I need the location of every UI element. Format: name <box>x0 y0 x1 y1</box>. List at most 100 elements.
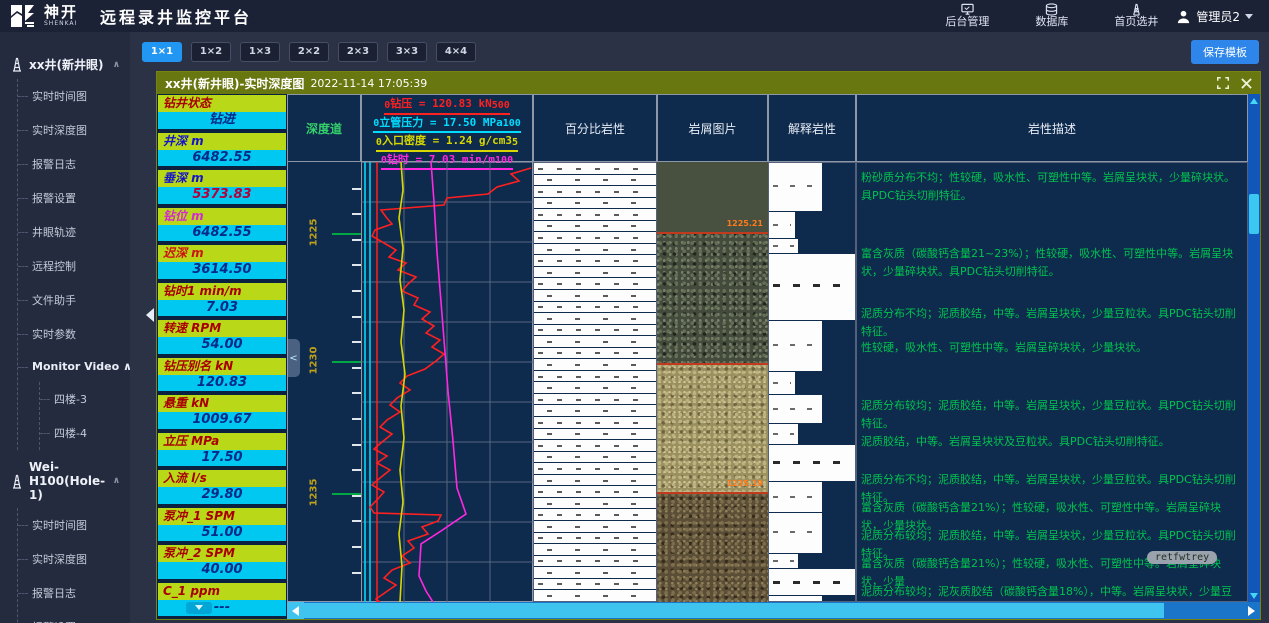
sidebar-item-远程控制[interactable]: 远程控制 <box>18 249 130 283</box>
scroll-left-icon[interactable] <box>287 602 304 619</box>
scroll-up-icon[interactable] <box>1248 94 1260 107</box>
nav-item-2[interactable]: 首页选井 <box>1114 3 1158 28</box>
grid-layout-button-1x2[interactable]: 1×2 <box>191 42 231 62</box>
sidebar-item-实时深度图[interactable]: 实时深度图 <box>18 542 130 576</box>
scroll-right-icon[interactable] <box>1243 602 1260 619</box>
collapse-caret-icon[interactable]: ∧ <box>113 476 120 486</box>
depth-minor-tick <box>352 520 361 522</box>
sidebar-item-四楼-3[interactable]: 四楼-3 <box>40 382 130 416</box>
horizontal-scrollbar-thumb[interactable] <box>304 603 1164 618</box>
percent-lithology-row <box>534 590 656 601</box>
brand-name-cn: 神开 <box>44 5 78 20</box>
percent-lithology-row <box>534 325 656 336</box>
lithology-description-text: 泥质分布较均；泥质胶结，中等。岩屑呈块状，少量豆粒状。具PDC钻头切削特征。 <box>861 397 1241 433</box>
grid-layout-button-1x1[interactable]: 1×1 <box>142 42 182 62</box>
depth-minor-tick <box>352 264 361 266</box>
curve-legend: 0钻压 = 120.83 kN5000立管压力 = 17.50 MPa1000入… <box>361 94 533 162</box>
parameter-panel-collapse-handle[interactable]: < <box>287 339 300 377</box>
depth-minor-tick <box>352 469 361 471</box>
lithology-segment <box>769 372 795 394</box>
parameter-value: 7.03 <box>158 300 286 316</box>
brand-name-en: SHENKAI <box>44 21 78 27</box>
parameter-label: 钻时1 min/m <box>158 283 286 300</box>
user-caret-icon <box>1245 14 1253 19</box>
sidebar-item-报警设置[interactable]: 报警设置 <box>18 181 130 215</box>
lithology-segment <box>769 239 798 253</box>
scroll-down-icon[interactable] <box>1248 589 1260 602</box>
parameter-value: 40.00 <box>158 562 286 578</box>
lithology-description-text: 性较硬，吸水性、可塑性中等。岩屑呈碎块状，少量块状。 <box>861 339 1241 357</box>
percent-lithology-row <box>534 371 656 382</box>
parameter-value-text: 7.03 <box>206 300 238 315</box>
user-menu[interactable]: 管理员2 <box>1176 8 1269 25</box>
window-body: 钻井状态钻进井深 m6482.55垂深 m5373.83钻位 m6482.55迟… <box>157 94 1260 619</box>
sidebar-item-四楼-4[interactable]: 四楼-4 <box>40 416 130 450</box>
nav-item-label: 首页选井 <box>1114 16 1158 28</box>
well-node-1[interactable]: Wei-H100(Hole-1)∧ <box>10 460 130 502</box>
parameter-label: 悬重 kN <box>158 395 286 412</box>
grid-layout-button-1x3[interactable]: 1×3 <box>240 42 280 62</box>
maximize-icon[interactable] <box>1217 77 1229 89</box>
depth-minor-tick <box>352 392 361 394</box>
legend-row-0: 0钻压 = 120.83 kN500 <box>384 96 510 115</box>
parameter-box-9: 立压 MPa17.50 <box>157 432 287 468</box>
parameter-value: 51.00 <box>158 525 286 541</box>
column-header-lithology-description: 岩性描述 <box>856 94 1248 162</box>
percent-lithology-row <box>534 382 656 393</box>
collapse-caret-icon[interactable]: ∧ <box>113 60 120 70</box>
sidebar-item-报警日志[interactable]: 报警日志 <box>18 576 130 610</box>
depth-minor-tick <box>352 341 361 343</box>
sidebar-group-monitor-video[interactable]: Monitor Video ∧ <box>18 351 130 382</box>
sidebar-item-实时时间图[interactable]: 实时时间图 <box>18 508 130 542</box>
sidebar-item-实时参数[interactable]: 实时参数 <box>18 317 130 351</box>
sidebar-item-实时时间图[interactable]: 实时时间图 <box>18 79 130 113</box>
parameter-box-3: 钻位 m6482.55 <box>157 207 287 243</box>
parameter-value-text: 17.50 <box>201 450 242 465</box>
percent-lithology-row <box>534 175 656 186</box>
grid-layout-button-3x3[interactable]: 3×3 <box>387 42 427 62</box>
nav-item-0[interactable]: 后台管理 <box>945 3 989 28</box>
parameter-box-4: 迟深 m3614.50 <box>157 244 287 280</box>
percent-lithology-row <box>534 463 656 474</box>
header-nav: 后台管理 数据库首页选井 <box>945 3 1176 28</box>
photo-depth-boundary <box>657 232 768 234</box>
sidebar-item-文件助手[interactable]: 文件助手 <box>18 283 130 317</box>
cuttings-photo-section <box>657 232 768 363</box>
sidebar-item-报警设置[interactable]: 报警设置 <box>18 610 130 623</box>
parameter-dropdown-button[interactable] <box>186 602 212 614</box>
vertical-scrollbar-thumb[interactable] <box>1249 194 1259 234</box>
well-node-0[interactable]: xx井(新井眼) ∧ <box>10 56 130 73</box>
depth-minor-tick <box>352 213 361 215</box>
close-icon[interactable] <box>1241 78 1252 89</box>
parameter-label: 转速 RPM <box>158 320 286 337</box>
depth-minor-tick <box>352 444 361 446</box>
curve-track <box>361 162 533 602</box>
sidebar-item-实时深度图[interactable]: 实时深度图 <box>18 113 130 147</box>
vertical-scrollbar[interactable] <box>1248 94 1260 602</box>
sidebar-item-报警日志[interactable]: 报警日志 <box>18 147 130 181</box>
sidebar-collapse-handle[interactable] <box>146 308 154 322</box>
derrick-icon <box>10 57 24 72</box>
grid-layout-button-2x2[interactable]: 2×2 <box>289 42 329 62</box>
parameter-label: 钻位 m <box>158 208 286 225</box>
parameter-box-6: 转速 RPM54.00 <box>157 319 287 355</box>
derrick-icon <box>10 474 24 489</box>
well-name: xx井(新井眼) <box>29 56 103 73</box>
parameter-value-text: 40.00 <box>201 562 242 577</box>
lithology-segment <box>769 395 822 423</box>
parameter-box-5: 钻时1 min/m7.03 <box>157 282 287 318</box>
brand-logo: 神开 SHENKAI <box>0 4 78 28</box>
save-template-button[interactable]: 保存模板 <box>1191 40 1259 64</box>
lithology-segment <box>769 569 855 595</box>
horizontal-scrollbar[interactable] <box>287 602 1260 619</box>
parameter-value-text: 54.00 <box>201 337 242 352</box>
grid-layout-button-2x3[interactable]: 2×3 <box>338 42 378 62</box>
nav-item-1[interactable]: 数据库 <box>1035 3 1068 28</box>
parameter-label: 垂深 m <box>158 170 286 187</box>
parameter-value: 54.00 <box>158 337 286 353</box>
photo-depth-label: 1235.19 <box>727 479 763 488</box>
sidebar-item-井眼轨迹[interactable]: 井眼轨迹 <box>18 215 130 249</box>
grid-layout-button-4x4[interactable]: 4×4 <box>436 42 476 62</box>
parameter-label: 泵冲_2 SPM <box>158 545 286 562</box>
legend-scale-max: 500 <box>492 98 510 113</box>
